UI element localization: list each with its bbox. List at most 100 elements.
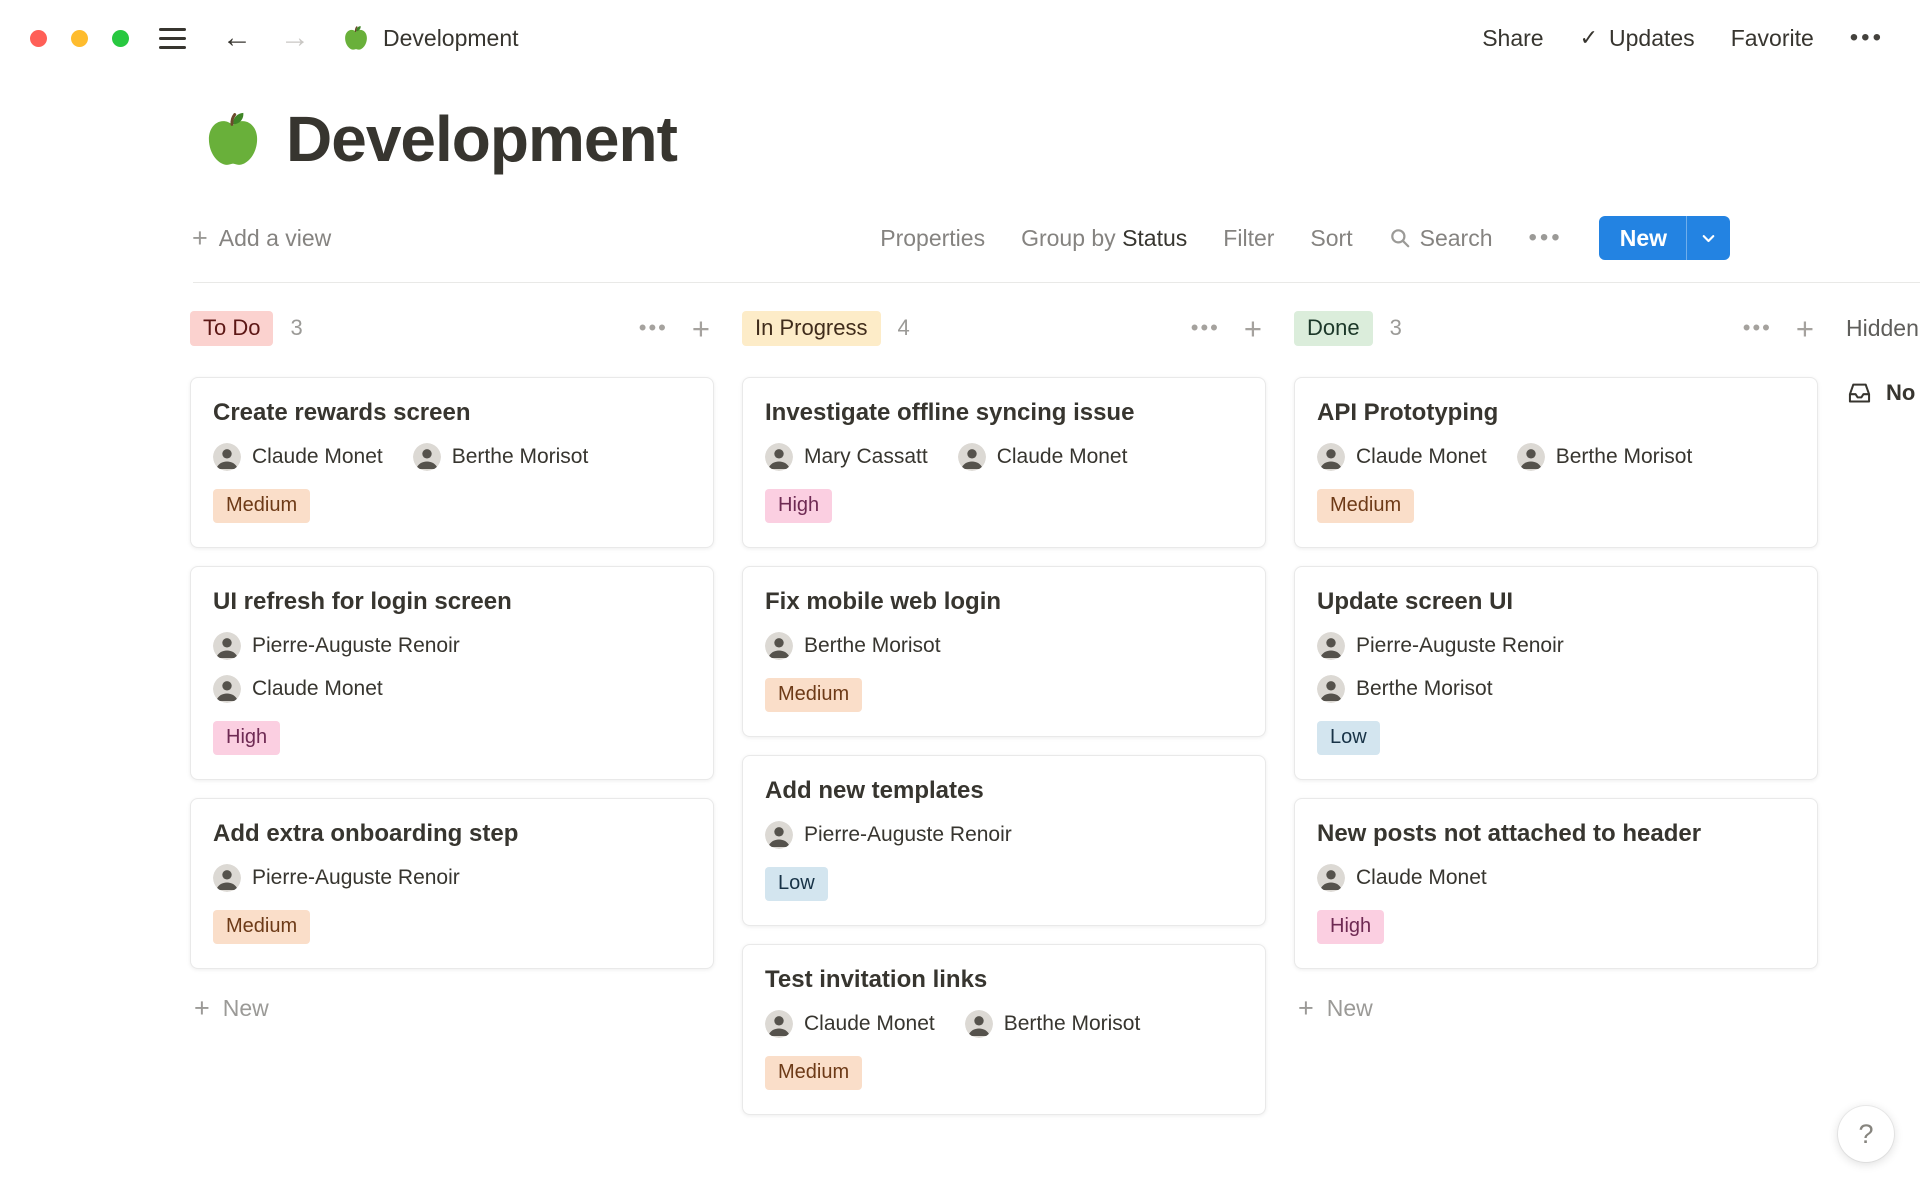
sort-button[interactable]: Sort [1310,225,1352,252]
page-emoji-green-apple-icon[interactable] [202,108,264,170]
column-add-icon[interactable]: + [1244,313,1262,344]
assignee-name: Claude Monet [1356,866,1487,890]
check-icon: ✓ [1580,25,1598,51]
kanban-card[interactable]: New posts not attached to header Claude M… [1294,798,1818,969]
green-apple-icon [342,24,370,52]
board: To Do 3 ••• + Create rewards screen Claude Mo… [0,309,1920,1133]
add-view-button[interactable]: + Add a view [192,225,331,252]
column-more-icon[interactable]: ••• [1743,315,1772,341]
assignee-name: Claude Monet [252,445,383,469]
assignee-row: Pierre-Auguste Renoir [213,632,691,660]
column-count: 3 [290,315,302,341]
share-button[interactable]: Share [1482,25,1543,52]
assignee: Berthe Morisot [1517,443,1693,471]
avatar [1317,675,1345,703]
inbox-icon [1846,379,1873,406]
kanban-card[interactable]: API Prototyping Claude Monet Berthe Moriso… [1294,377,1818,548]
kanban-card[interactable]: Add new templatesPierre-Auguste RenoirLo… [742,755,1266,926]
assignee: Claude Monet [958,443,1128,471]
avatar [958,443,986,471]
column-status-badge[interactable]: In Progress [742,311,881,346]
search-icon [1389,227,1411,249]
more-options-icon[interactable]: ••• [1850,24,1884,52]
column-status-badge[interactable]: To Do [190,311,273,346]
assignee-row: Berthe Morisot [1317,675,1795,703]
sidebar-menu-icon[interactable] [159,24,186,53]
assignee-row: Claude Monet [1317,864,1795,892]
chevron-down-icon[interactable] [1687,230,1730,247]
column-add-icon[interactable]: + [692,313,710,344]
board-column: To Do 3 ••• + Create rewards screen Claude Mo… [190,309,714,1133]
assignee-name: Pierre-Auguste Renoir [252,866,460,890]
assignee-name: Mary Cassatt [804,445,928,469]
kanban-card[interactable]: Investigate offline syncing issue Mary Ca… [742,377,1266,548]
avatar [213,864,241,892]
properties-button[interactable]: Properties [880,225,985,252]
page-header: Development [202,104,1920,174]
column-add-icon[interactable]: + [1796,313,1814,344]
assignee-row: Claude Monet Berthe Morisot [1317,443,1795,471]
assignee-row: Pierre-Auguste Renoir [765,821,1243,849]
column-actions: ••• + [1191,313,1266,344]
hidden-group-no-status[interactable]: No status [1846,379,1920,406]
assignee-row: Pierre-Auguste Renoir [213,864,691,892]
forward-arrow-icon[interactable]: → [280,23,310,53]
new-button[interactable]: New [1599,216,1730,260]
priority-badge: High [765,489,832,523]
assignee: Claude Monet [1317,443,1487,471]
help-label: ? [1858,1119,1873,1150]
kanban-card[interactable]: Add extra onboarding stepPierre-Auguste … [190,798,714,969]
assignee-name: Berthe Morisot [452,445,589,469]
kanban-card[interactable]: UI refresh for login screenPierre-August… [190,566,714,780]
card-title: New posts not attached to header [1317,819,1795,849]
avatar [213,675,241,703]
hidden-groups-toggle[interactable]: Hidden groups [1846,309,1920,347]
assignee-row: Berthe Morisot [765,632,1243,660]
assignee: Claude Monet [213,443,383,471]
toolbar-more-icon[interactable]: ••• [1528,224,1562,252]
filter-button[interactable]: Filter [1223,225,1274,252]
card-title: Investigate offline syncing issue [765,398,1243,428]
minimize-window-button[interactable] [71,30,88,47]
add-card-button[interactable]: +New [190,995,714,1022]
avatar [213,443,241,471]
back-arrow-icon[interactable]: ← [222,23,252,53]
board-column: In Progress 4 ••• + Investigate offline sync… [742,309,1266,1133]
column-status-badge[interactable]: Done [1294,311,1373,346]
assignee-name: Claude Monet [997,445,1128,469]
favorite-button[interactable]: Favorite [1731,25,1814,52]
assignee-row: Claude Monet [213,675,691,703]
search-button[interactable]: Search [1389,225,1493,252]
column-count: 4 [898,315,910,341]
avatar [1517,443,1545,471]
close-window-button[interactable] [30,30,47,47]
help-button[interactable]: ? [1838,1106,1894,1162]
zoom-window-button[interactable] [112,30,129,47]
column-more-icon[interactable]: ••• [639,315,668,341]
traffic-lights [30,30,129,47]
kanban-card[interactable]: Update screen UI Pierre-Auguste Renoir Ber… [1294,566,1818,780]
assignee: Mary Cassatt [765,443,928,471]
add-view-label: Add a view [219,225,332,252]
kanban-card[interactable]: Create rewards screen Claude Monet Berthe … [190,377,714,548]
card-title: Update screen UI [1317,587,1795,617]
group-by-button[interactable]: Group by Status [1021,225,1187,252]
assignee: Berthe Morisot [965,1010,1141,1038]
add-card-button[interactable]: +New [1294,995,1818,1022]
assignee-name: Pierre-Auguste Renoir [1356,634,1564,658]
assignee-row: Claude MonetBerthe Morisot [765,1010,1243,1038]
kanban-card[interactable]: Test invitation linksClaude MonetBerthe … [742,944,1266,1115]
titlebar-actions: Share ✓ Updates Favorite ••• [1482,24,1884,52]
updates-button[interactable]: ✓ Updates [1580,25,1695,52]
assignee-name: Berthe Morisot [804,634,941,658]
plus-icon: + [1298,995,1314,1022]
card-title: Create rewards screen [213,398,691,428]
column-header: Done3•••+ [1294,309,1818,347]
page-title: Development [286,104,677,174]
card-title: API Prototyping [1317,398,1795,428]
assignee-name: Claude Monet [1356,445,1487,469]
breadcrumb[interactable]: Development [342,24,519,52]
column-more-icon[interactable]: ••• [1191,315,1220,341]
kanban-card[interactable]: Fix mobile web loginBerthe MorisotMedium [742,566,1266,737]
assignee-row: Claude Monet Berthe Morisot [213,443,691,471]
